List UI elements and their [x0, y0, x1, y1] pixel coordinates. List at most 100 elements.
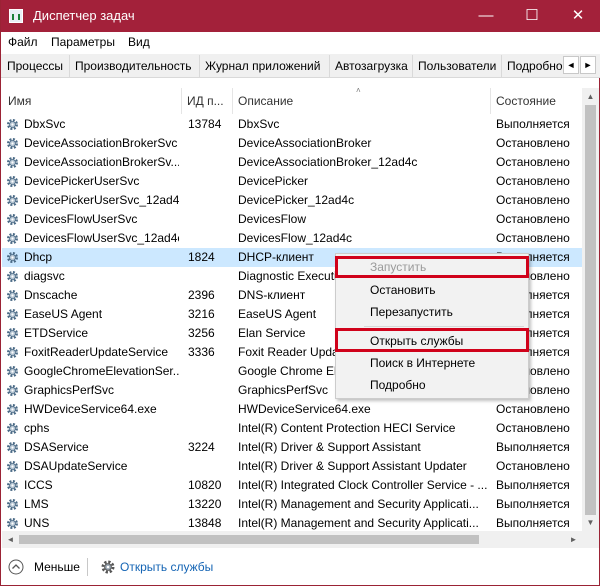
context-menu-search-online[interactable]: Поиск в Интернете: [370, 352, 475, 374]
tab-scroll-left-icon[interactable]: ◄: [563, 56, 579, 74]
context-menu-details[interactable]: Подробно: [370, 374, 426, 396]
service-name: GraphicsPerfSvc: [24, 383, 115, 397]
service-name: DevicesFlowUserSvc: [24, 212, 138, 226]
scroll-up-icon[interactable]: ▲: [582, 88, 599, 105]
horizontal-scroll-thumb[interactable]: [19, 535, 479, 544]
service-status: Выполняется: [496, 478, 570, 492]
service-status: Выполняется: [496, 497, 570, 511]
table-row[interactable]: DevicePickerUserSvc DevicePicker Остановле…: [2, 172, 582, 191]
service-description: DevicesFlow: [238, 212, 307, 226]
service-name: Dnscache: [24, 288, 78, 302]
highlight-open-services-frame: [335, 328, 529, 352]
close-button[interactable]: ✕: [555, 0, 600, 32]
service-description: HWDeviceService64.exe: [238, 402, 371, 416]
service-description: DeviceAssociationBroker: [238, 136, 372, 150]
maximize-button[interactable]: ☐: [509, 0, 555, 32]
scroll-right-icon[interactable]: ►: [565, 531, 582, 548]
service-description: Intel(R) Driver & Support Assistant: [238, 440, 421, 454]
scroll-down-icon[interactable]: ▼: [582, 514, 599, 531]
service-name: cphs: [24, 421, 50, 435]
horizontal-scrollbar[interactable]: ◄ ►: [2, 531, 582, 548]
table-row[interactable]: DSAUpdateService Intel(R) Driver & Suppor…: [2, 457, 582, 476]
table-row[interactable]: DSAService 3224 Intel(R) Driver & Support …: [2, 438, 582, 457]
column-divider[interactable]: [490, 88, 491, 114]
table-row[interactable]: DevicesFlowUserSvc_12ad4c DevicesFlow_12a…: [2, 229, 582, 248]
table-row[interactable]: UNS 13848 Intel(R) Management and Security…: [2, 514, 582, 531]
table-row[interactable]: DevicePickerUserSvc_12ad4c DevicePicker_1…: [2, 191, 582, 210]
service-status: Остановлено: [496, 136, 570, 150]
context-menu-restart[interactable]: Перезапустить: [370, 301, 453, 323]
service-pid: 13220: [188, 497, 222, 511]
menu-bar: Файл Параметры Вид: [1, 32, 600, 54]
task-manager-window: Диспетчер задач — ☐ ✕ Файл Параметры Вид…: [0, 0, 600, 586]
service-description: DeviceAssociationBroker_12ad4c: [238, 155, 418, 169]
service-name: GoogleChromeElevationSer...: [24, 364, 179, 378]
table-row[interactable]: DbxSvc 13784 DbxSvc Выполняется: [2, 115, 582, 134]
service-pid: 3224: [188, 440, 215, 454]
tab-startup[interactable]: Автозагрузка: [330, 55, 413, 77]
service-status: Остановлено: [496, 421, 570, 435]
table-row[interactable]: DeviceAssociationBrokerSvc DeviceAssociat…: [2, 134, 582, 153]
fewer-details-link[interactable]: Меньше: [34, 560, 80, 574]
service-pid: 13784: [188, 117, 222, 131]
tab-users[interactable]: Пользователи: [413, 55, 502, 77]
minimize-button[interactable]: —: [463, 0, 509, 32]
service-pid: 3256: [188, 326, 215, 340]
tab-app-history[interactable]: Журнал приложений: [200, 55, 330, 77]
footer-bar: Меньше Открыть службы: [2, 548, 599, 585]
service-description: Intel(R) Integrated Clock Controller Ser…: [238, 478, 488, 492]
service-description: DbxSvc: [238, 117, 280, 131]
menu-options[interactable]: Параметры: [51, 35, 115, 49]
service-description: DevicePicker_12ad4c: [238, 193, 355, 207]
scroll-left-icon[interactable]: ◄: [2, 531, 19, 548]
table-row[interactable]: HWDeviceService64.exe HWDeviceService64.e…: [2, 400, 582, 419]
service-name: HWDeviceService64.exe: [24, 402, 157, 416]
title-bar[interactable]: Диспетчер задач — ☐ ✕: [1, 0, 600, 32]
service-description: Intel(R) Management and Security Applica…: [238, 497, 479, 511]
table-row[interactable]: ICCS 10820 Intel(R) Integrated Clock Contr…: [2, 476, 582, 495]
column-header-name[interactable]: Имя: [8, 88, 31, 114]
service-name: ICCS: [24, 478, 53, 492]
service-name: diagsvc: [24, 269, 65, 283]
service-name: DbxSvc: [24, 117, 66, 131]
tab-details[interactable]: Подробности: [502, 55, 563, 77]
service-pid: 13848: [188, 516, 222, 530]
menu-view[interactable]: Вид: [128, 35, 150, 49]
service-description: DevicePicker: [238, 174, 309, 188]
table-row[interactable]: LMS 13220 Intel(R) Management and Security…: [2, 495, 582, 514]
window-title: Диспетчер задач: [33, 8, 135, 23]
service-status: Выполняется: [496, 117, 570, 131]
collapse-circle-icon[interactable]: [8, 559, 24, 575]
service-pid: 3216: [188, 307, 215, 321]
tab-scroll-right-icon[interactable]: ►: [580, 56, 596, 74]
vertical-scrollbar[interactable]: ▲ ▼: [582, 88, 599, 531]
tab-processes[interactable]: Процессы: [2, 55, 70, 77]
service-status: Остановлено: [496, 193, 570, 207]
service-status: Остановлено: [496, 231, 570, 245]
menu-file[interactable]: Файл: [8, 35, 38, 49]
context-menu-stop[interactable]: Остановить: [370, 279, 436, 301]
column-divider[interactable]: [181, 88, 182, 114]
service-status: Выполняется: [496, 440, 570, 454]
highlight-start-frame: [335, 256, 529, 278]
column-header-status[interactable]: Состояние: [496, 88, 556, 114]
tab-performance[interactable]: Производительность: [70, 55, 200, 77]
task-manager-icon: [9, 9, 23, 23]
service-name: UNS: [24, 516, 50, 530]
table-row[interactable]: cphs Intel(R) Content Protection HECI Ser…: [2, 419, 582, 438]
service-description: Intel(R) Driver & Support Assistant Upda…: [238, 459, 467, 473]
service-name: DeviceAssociationBrokerSv...: [24, 155, 179, 169]
service-name: ETDService: [24, 326, 89, 340]
table-row[interactable]: DeviceAssociationBrokerSv... DeviceAssoci…: [2, 153, 582, 172]
column-divider[interactable]: [232, 88, 233, 114]
context-menu-separator: [364, 326, 524, 327]
service-name: DSAUpdateService: [24, 459, 128, 473]
service-description: Intel(R) Management and Security Applica…: [238, 516, 479, 530]
service-pid: 1824: [188, 250, 215, 264]
table-row[interactable]: DevicesFlowUserSvc DevicesFlow Остановлено: [2, 210, 582, 229]
column-header-description[interactable]: Описание: [238, 88, 293, 114]
open-services-link[interactable]: Открыть службы: [120, 560, 213, 574]
column-header-pid[interactable]: ИД п...: [187, 88, 224, 114]
service-name: DSAService: [24, 440, 89, 454]
vertical-scroll-thumb[interactable]: [585, 105, 596, 515]
